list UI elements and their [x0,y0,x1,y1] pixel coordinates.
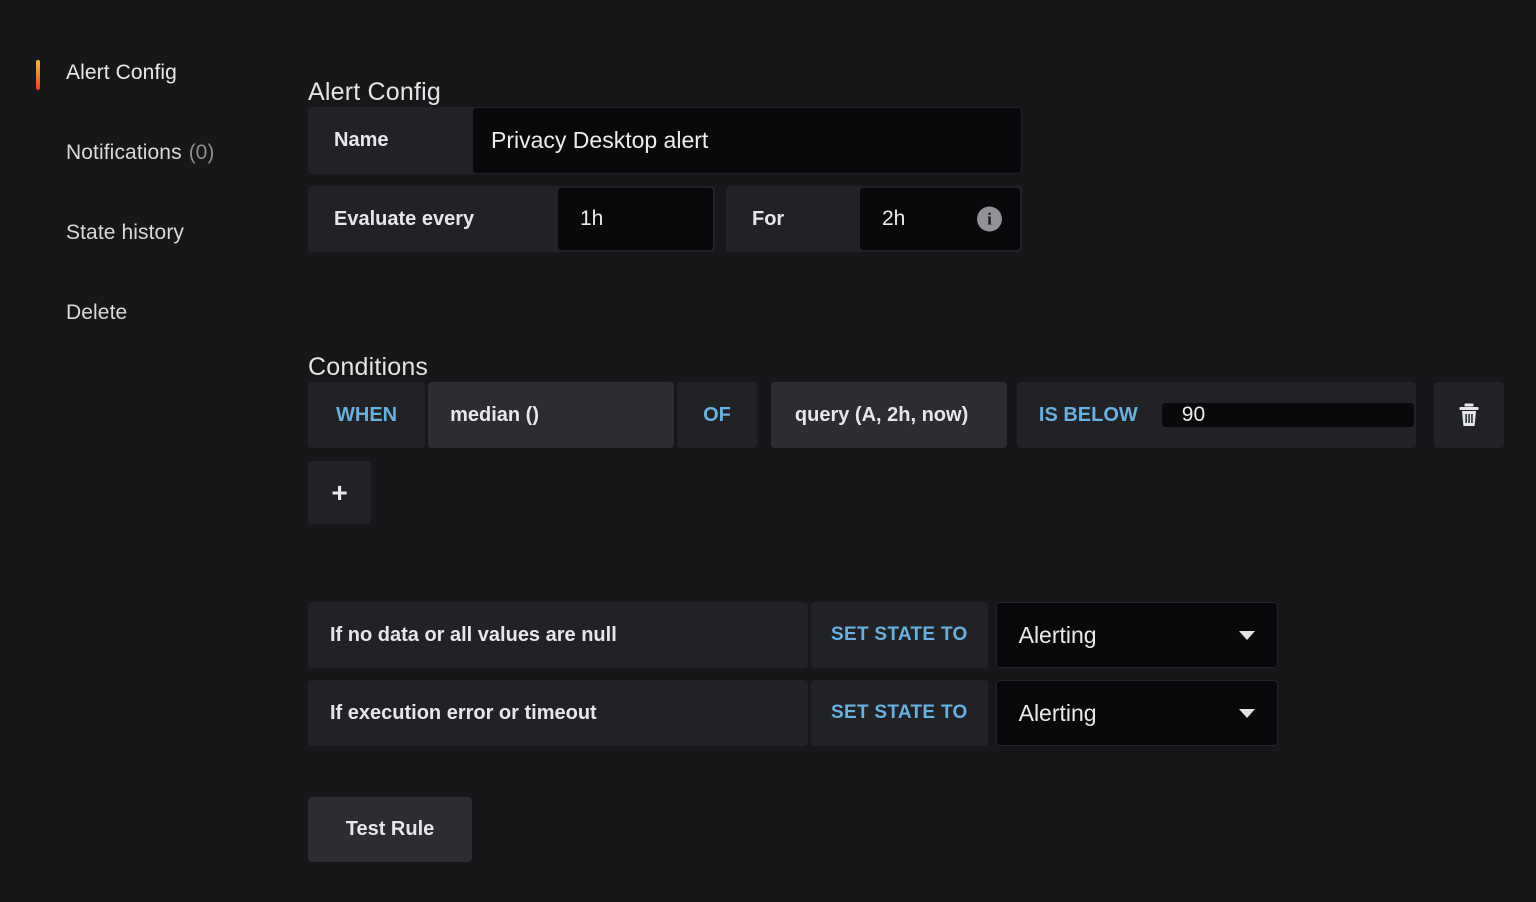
no-data-state-value: Alerting [1018,621,1097,648]
alert-config-heading: Alert Config [308,77,442,106]
evaluate-for-value: 2h [882,207,906,230]
no-data-description: If no data or all values are null [308,602,808,668]
chevron-down-icon [1238,708,1255,718]
alert-name-row: Name Privacy Desktop alert [308,107,1022,174]
sidebar-item-label: Notifications [66,141,182,164]
evaluate-for-label: For [752,207,785,230]
condition-reducer-select[interactable]: median () [428,382,675,448]
sidebar-item-alert-config[interactable]: Alert Config [0,52,300,94]
condition-query-select[interactable]: query (A, 2h, now) [770,382,1007,448]
chevron-down-icon [1238,630,1255,640]
add-condition-button[interactable]: + [308,461,371,524]
no-data-state-row: If no data or all values are null SET ST… [308,602,1278,668]
condition-when-label: WHEN [308,382,426,448]
sidebar-item-label: Delete [66,301,128,324]
alert-name-label: Name [334,129,389,151]
execution-error-set-state-label: SET STATE TO [811,680,988,746]
evaluate-for-group: For 2h i [726,186,1022,252]
sidebar-item-state-history[interactable]: State history [0,212,300,254]
condition-operator-select[interactable]: IS BELOW [1017,404,1160,427]
alert-settings-sidebar: Alert Config Notifications (0) State his… [0,0,300,902]
execution-error-state-value: Alerting [1018,699,1097,726]
evaluate-for-input[interactable]: 2h i [860,188,1020,250]
execution-error-state-dropdown[interactable]: Alerting [995,680,1278,746]
conditions-heading: Conditions [308,352,429,381]
evaluate-every-input[interactable]: 1h [558,188,713,250]
condition-evaluator-group: IS BELOW 90 [1016,382,1416,448]
execution-error-description: If execution error or timeout [308,680,808,746]
active-indicator-bar [36,60,40,90]
condition-of-label: OF [677,382,757,448]
sidebar-item-delete[interactable]: Delete [0,292,300,334]
delete-condition-button[interactable] [1433,382,1504,448]
info-icon[interactable]: i [977,206,1002,232]
sidebar-item-notifications[interactable]: Notifications (0) [0,132,300,174]
execution-error-state-row: If execution error or timeout SET STATE … [308,680,1278,746]
trash-icon [1459,403,1479,426]
no-data-set-state-label: SET STATE TO [811,602,988,668]
alert-name-input[interactable]: Privacy Desktop alert [473,108,1021,173]
alert-config-main: Alert Config Name Privacy Desktop alert … [308,0,1536,902]
test-rule-button[interactable]: Test Rule [308,797,472,862]
notifications-count: (0) [188,141,215,164]
evaluate-row: Evaluate every 1h For 2h i [308,186,1022,252]
no-data-state-dropdown[interactable]: Alerting [995,602,1278,668]
condition-row: WHEN median () OF query (A, 2h, now) IS … [308,382,1504,448]
condition-threshold-input[interactable]: 90 [1161,403,1414,427]
sidebar-item-label: Alert Config [66,61,177,84]
alert-config-page: Alert Config Notifications (0) State his… [0,0,1536,902]
evaluate-every-label: Evaluate every [334,207,475,230]
sidebar-item-label: State history [66,221,185,244]
evaluate-every-group: Evaluate every 1h [308,186,715,252]
